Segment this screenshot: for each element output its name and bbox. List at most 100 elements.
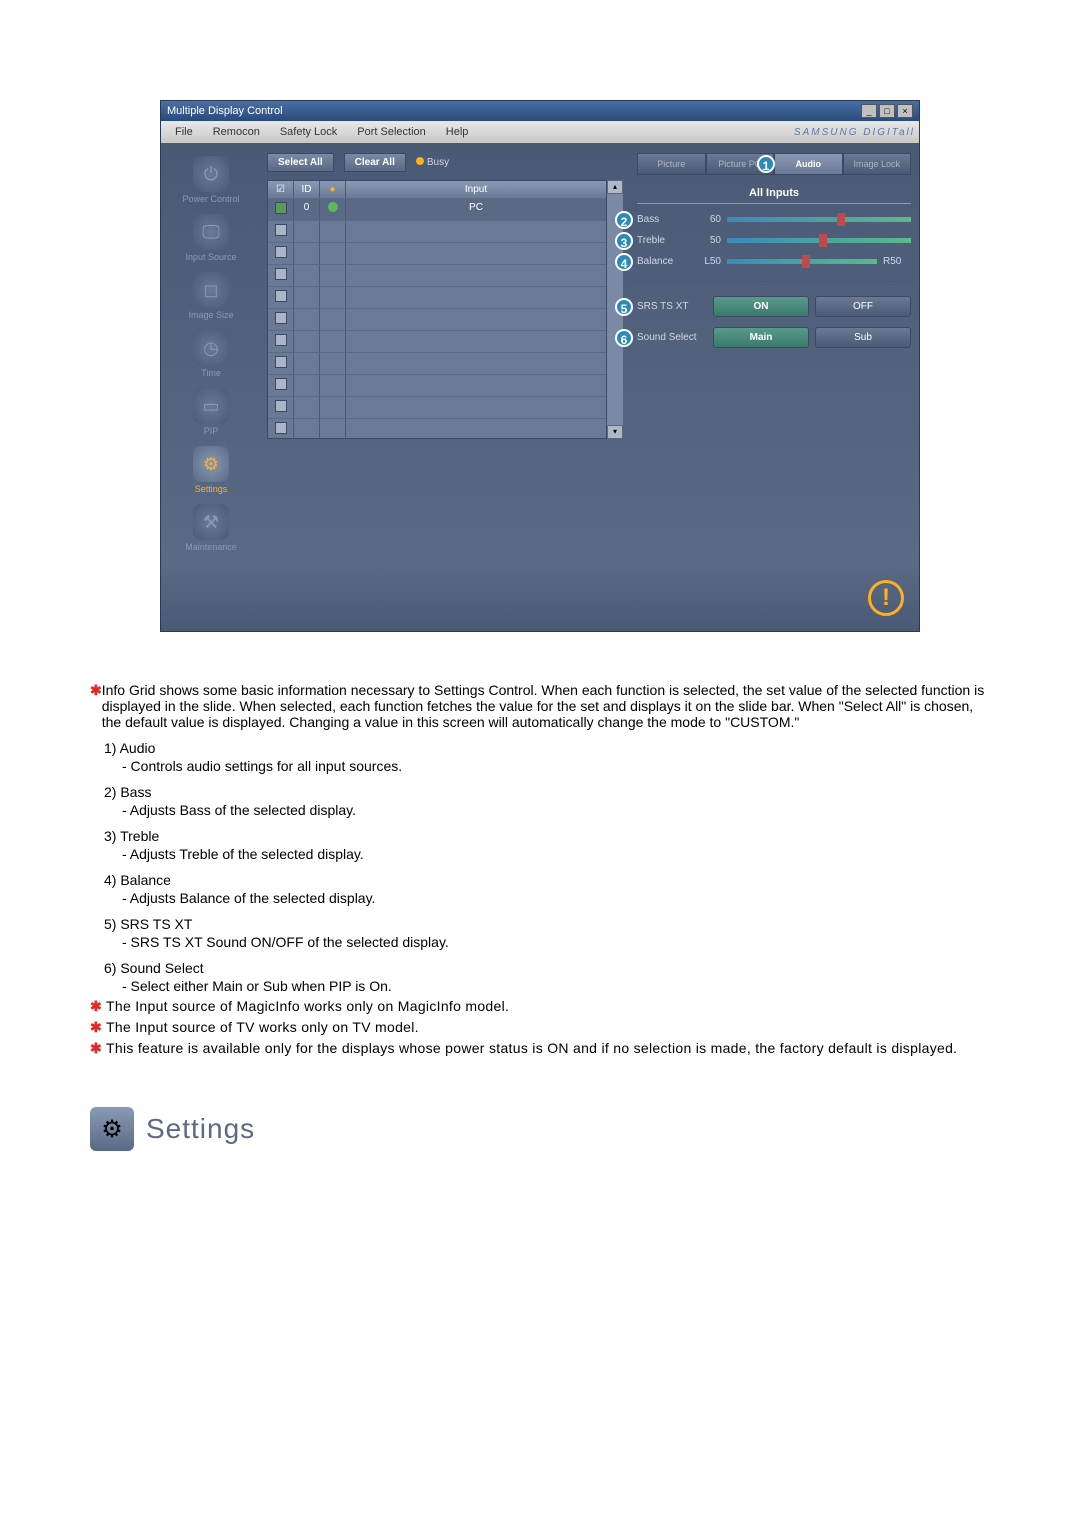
sidebar-item-time[interactable]: ◷Time <box>165 327 257 381</box>
sidebar-item-pip[interactable]: ▭PIP <box>165 385 257 439</box>
srs-row: 5 SRS TS XT ON OFF <box>637 296 911 317</box>
scroll-down-button[interactable]: ▾ <box>607 425 623 439</box>
table-row[interactable] <box>268 396 606 418</box>
callout-5: 5 <box>615 298 633 316</box>
star-icon: ✱ <box>90 682 102 730</box>
slider-track[interactable] <box>727 259 877 264</box>
header-input: Input <box>346 181 606 198</box>
row-checkbox[interactable] <box>275 334 287 346</box>
time-icon: ◷ <box>193 330 229 366</box>
srs-label: SRS TS XT <box>637 301 707 312</box>
table-row[interactable]: 0PC <box>268 198 606 220</box>
table-row[interactable] <box>268 330 606 352</box>
settings-heading-icon: ⚙ <box>90 1107 134 1151</box>
callout-6: 6 <box>615 329 633 347</box>
sound-main-button[interactable]: Main <box>713 327 809 348</box>
close-button[interactable]: × <box>897 104 913 118</box>
sidebar-item-input-source[interactable]: 🖵Input Source <box>165 211 257 265</box>
tab-audio[interactable]: Audio1 <box>774 153 843 175</box>
minimize-button[interactable]: _ <box>861 104 877 118</box>
header-id: ID <box>294 181 320 198</box>
callout-1: 1 <box>757 155 775 173</box>
row-checkbox[interactable] <box>275 246 287 258</box>
table-row[interactable] <box>268 242 606 264</box>
row-checkbox[interactable] <box>275 400 287 412</box>
info-grid: ☑ ID ● Input 0PC <box>267 180 607 439</box>
sidebar-item-power-control[interactable]: ⏻Power Control <box>165 153 257 207</box>
slider-treble: 3Treble50 <box>637 235 911 246</box>
callout-4: 4 <box>615 253 633 271</box>
srs-on-button[interactable]: ON <box>713 296 809 317</box>
menu-remocon[interactable]: Remocon <box>203 123 270 141</box>
star-icon: ✱ <box>90 1040 106 1057</box>
settings-heading-title: Settings <box>146 1113 255 1145</box>
row-checkbox[interactable] <box>275 356 287 368</box>
table-row[interactable] <box>268 286 606 308</box>
star-icon: ✱ <box>90 998 106 1015</box>
slider-balance: 4BalanceL50R50 <box>637 256 911 267</box>
table-row[interactable] <box>268 308 606 330</box>
slider-thumb[interactable] <box>837 213 845 226</box>
table-row[interactable] <box>268 220 606 242</box>
table-row[interactable] <box>268 418 606 438</box>
header-checkbox[interactable]: ☑ <box>268 181 294 198</box>
table-row[interactable] <box>268 374 606 396</box>
power-control-icon: ⏻ <box>193 156 229 192</box>
sound-select-row: 6 Sound Select Main Sub <box>637 327 911 348</box>
grid-body: 0PC <box>268 198 606 438</box>
sidebar-item-settings[interactable]: ⚙Settings <box>165 443 257 497</box>
menu-file[interactable]: File <box>165 123 203 141</box>
row-checkbox[interactable] <box>275 290 287 302</box>
row-checkbox[interactable] <box>275 312 287 324</box>
window-buttons: _ □ × <box>861 104 913 118</box>
row-checkbox[interactable] <box>275 422 287 434</box>
status-dot-icon <box>328 202 338 212</box>
sidebar-item-maintenance[interactable]: ⚒Maintenance <box>165 501 257 555</box>
sound-select-label: Sound Select <box>637 332 707 343</box>
row-checkbox[interactable] <box>275 202 287 214</box>
row-checkbox[interactable] <box>275 268 287 280</box>
scroll-up-button[interactable]: ▴ <box>607 180 623 194</box>
section-title: All Inputs <box>637 187 911 204</box>
table-row[interactable] <box>268 264 606 286</box>
row-checkbox[interactable] <box>275 224 287 236</box>
slider-thumb[interactable] <box>802 255 810 268</box>
callout-2: 2 <box>615 211 633 229</box>
callout-3: 3 <box>615 232 633 250</box>
center-panel: Select All Clear All Busy ☑ ID ● Input 0… <box>261 143 629 565</box>
notes-section: ✱ Info Grid shows some basic information… <box>90 682 990 1057</box>
settings-icon: ⚙ <box>193 446 229 482</box>
select-all-button[interactable]: Select All <box>267 153 334 172</box>
menu-safety-lock[interactable]: Safety Lock <box>270 123 347 141</box>
menu-help[interactable]: Help <box>436 123 479 141</box>
row-checkbox[interactable] <box>275 378 287 390</box>
sound-sub-button[interactable]: Sub <box>815 327 911 348</box>
input-source-icon: 🖵 <box>193 214 229 250</box>
grid-toolbar: Select All Clear All Busy <box>267 153 623 172</box>
slider-bass: 2Bass60 <box>637 214 911 225</box>
right-panel: PicturePicture PCAudio1Image Lock All In… <box>629 143 919 565</box>
header-status-icon: ● <box>320 181 346 198</box>
menubar: File Remocon Safety Lock Port Selection … <box>161 121 919 143</box>
image-size-icon: ◻ <box>193 272 229 308</box>
sidebar: ⏻Power Control🖵Input Source◻Image Size◷T… <box>161 143 261 565</box>
star-icon: ✱ <box>90 1019 106 1036</box>
slider-track[interactable] <box>727 238 911 243</box>
table-row[interactable] <box>268 352 606 374</box>
clear-all-button[interactable]: Clear All <box>344 153 406 172</box>
info-icon: ! <box>868 580 904 616</box>
busy-indicator: Busy <box>416 157 449 168</box>
sidebar-item-image-size[interactable]: ◻Image Size <box>165 269 257 323</box>
maintenance-icon: ⚒ <box>193 504 229 540</box>
slider-track[interactable] <box>727 217 911 222</box>
maximize-button[interactable]: □ <box>879 104 895 118</box>
slider-thumb[interactable] <box>819 234 827 247</box>
srs-off-button[interactable]: OFF <box>815 296 911 317</box>
tab-image-lock[interactable]: Image Lock <box>843 153 912 175</box>
tab-picture[interactable]: Picture <box>637 153 706 175</box>
pip-icon: ▭ <box>193 388 229 424</box>
window-title: Multiple Display Control <box>167 105 283 117</box>
menu-port-selection[interactable]: Port Selection <box>347 123 435 141</box>
grid-header: ☑ ID ● Input <box>268 181 606 198</box>
bottom-bar: ! <box>161 565 919 631</box>
